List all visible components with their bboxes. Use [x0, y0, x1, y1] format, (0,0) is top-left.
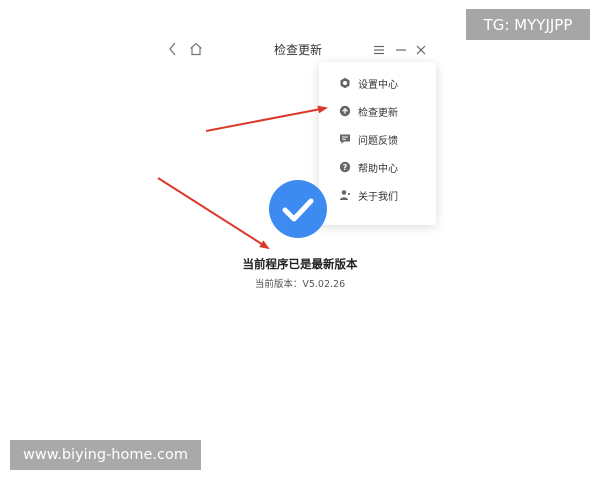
svg-text:?: ?: [343, 163, 348, 172]
minimize-icon[interactable]: [394, 42, 408, 56]
watermark-bottom-left: www.biying-home.com: [10, 440, 201, 470]
menu-item-label: 问题反馈: [358, 135, 398, 147]
menu-item-about[interactable]: 关于我们: [319, 182, 436, 208]
menu-item-label: 帮助中心: [358, 163, 398, 175]
arrow-to-status: [157, 177, 270, 250]
menu-item-feedback[interactable]: 问题反馈: [319, 126, 436, 152]
arrow-to-check-update: [205, 105, 328, 132]
menu-item-label: 检查更新: [358, 107, 398, 119]
dropdown-menu: 设置中心 检查更新 问题反馈 ? 帮助中心 关于我们: [319, 62, 436, 225]
update-status-title: 当前程序已是最新版本: [242, 257, 358, 271]
menu-item-label: 关于我们: [358, 191, 398, 203]
gear-icon: [339, 77, 351, 89]
menu-item-help[interactable]: ? 帮助中心: [319, 154, 436, 180]
feedback-icon: [339, 133, 351, 145]
help-icon: ?: [339, 161, 351, 173]
home-icon[interactable]: [188, 40, 204, 58]
annotation-arrows: [157, 105, 328, 250]
close-icon[interactable]: [414, 42, 428, 56]
watermark-top-right: TG: MYYJJPP: [466, 9, 590, 40]
current-version-text: 当前版本：V5.02.26: [254, 279, 346, 290]
back-icon[interactable]: [166, 40, 180, 58]
user-icon: [339, 189, 351, 201]
window-title: 检查更新: [273, 43, 322, 57]
menu-item-settings[interactable]: 设置中心: [319, 70, 436, 96]
check-circle-icon: [269, 180, 327, 238]
upload-circle-icon: [339, 105, 351, 117]
menu-item-check-update[interactable]: 检查更新: [319, 98, 436, 124]
hamburger-menu-icon[interactable]: [372, 42, 386, 56]
menu-item-label: 设置中心: [358, 79, 398, 91]
